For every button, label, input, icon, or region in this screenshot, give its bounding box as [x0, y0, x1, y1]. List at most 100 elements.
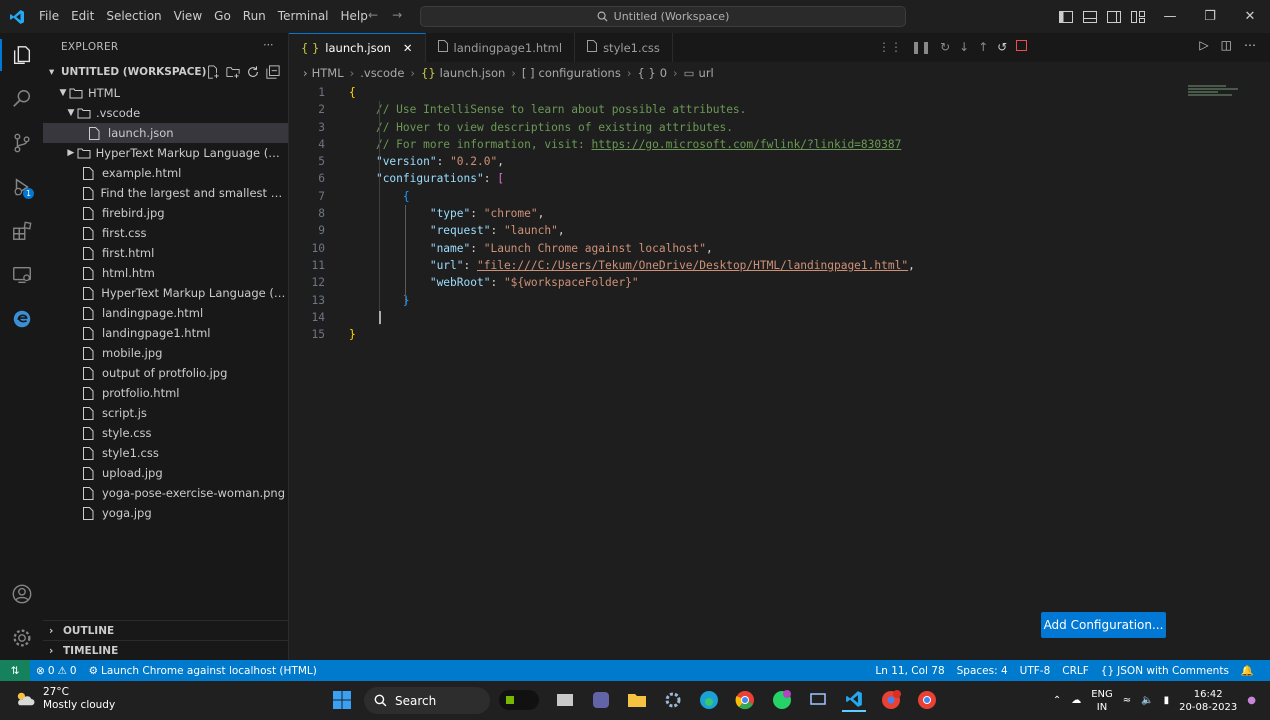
chrome-icon[interactable]: [733, 688, 757, 712]
folder-hypertext[interactable]: ▶ HyperText Markup Language (HT...: [43, 143, 288, 163]
settings-gear-icon[interactable]: [0, 616, 43, 660]
customize-layout-icon[interactable]: [1126, 10, 1150, 23]
back-arrow-icon[interactable]: ←: [368, 8, 378, 22]
launch-config-status[interactable]: ⚙ Launch Chrome against localhost (HTML): [83, 665, 323, 677]
cursor-position[interactable]: Ln 11, Col 78: [869, 665, 950, 677]
menu-file[interactable]: File: [33, 0, 65, 33]
more-actions-icon[interactable]: ⋯: [263, 39, 274, 51]
edge-devtools-icon[interactable]: [0, 297, 43, 341]
breadcrumb-html[interactable]: HTML: [312, 66, 344, 80]
remote-indicator-icon[interactable]: ⇅: [0, 660, 30, 681]
file-item[interactable]: protfolio.html: [43, 383, 288, 403]
folder-vscode[interactable]: ▼ .vscode: [43, 103, 288, 123]
toggle-panel-icon[interactable]: [1078, 10, 1102, 23]
end-of-line[interactable]: CRLF: [1056, 665, 1095, 677]
file-item[interactable]: mobile.jpg: [43, 343, 288, 363]
file-item[interactable]: yoga.jpg: [43, 503, 288, 523]
menu-selection[interactable]: Selection: [100, 0, 167, 33]
timeline-section[interactable]: › TIMELINE: [43, 640, 289, 660]
breadcrumb-launch-json[interactable]: launch.json: [440, 66, 506, 80]
folder-html[interactable]: ▼ HTML: [43, 83, 288, 103]
notification-icon[interactable]: ●: [1247, 695, 1256, 706]
remote-explorer-icon[interactable]: [0, 253, 43, 297]
encoding[interactable]: UTF-8: [1014, 665, 1057, 677]
menu-terminal[interactable]: Terminal: [272, 0, 335, 33]
extensions-icon[interactable]: [0, 209, 43, 253]
run-debug-icon[interactable]: 1: [0, 165, 43, 209]
code-link[interactable]: https://go.microsoft.com/fwlink/?linkid=…: [592, 138, 902, 151]
file-item[interactable]: script.js: [43, 403, 288, 423]
file-item[interactable]: landingpage1.html: [43, 323, 288, 343]
battery-icon[interactable]: ▮: [1164, 695, 1170, 706]
file-item[interactable]: example.html: [43, 163, 288, 183]
teams-chat-icon[interactable]: [589, 688, 613, 712]
drag-handle-icon[interactable]: ⋮⋮: [878, 40, 902, 54]
menu-run[interactable]: Run: [237, 0, 272, 33]
menu-edit[interactable]: Edit: [65, 0, 100, 33]
file-item[interactable]: firebird.jpg: [43, 203, 288, 223]
minimize-button[interactable]: —: [1150, 9, 1190, 24]
whatsapp-icon[interactable]: [770, 688, 794, 712]
split-editor-icon[interactable]: ◫: [1221, 38, 1232, 52]
volume-icon[interactable]: 🔈: [1141, 695, 1153, 706]
pause-icon[interactable]: ❚❚: [911, 40, 931, 54]
close-icon[interactable]: ✕: [403, 41, 413, 55]
refresh-icon[interactable]: [246, 65, 260, 79]
breadcrumb-vscode[interactable]: .vscode: [360, 66, 404, 80]
file-launch-json[interactable]: launch.json: [43, 123, 288, 143]
forward-arrow-icon[interactable]: →: [392, 8, 402, 22]
windows-start-icon[interactable]: [330, 688, 354, 712]
edge-browser-icon[interactable]: [697, 688, 721, 712]
toggle-secondary-sidebar-icon[interactable]: [1102, 10, 1126, 23]
new-folder-icon[interactable]: [226, 65, 240, 79]
file-item[interactable]: html.htm: [43, 263, 288, 283]
menu-view[interactable]: View: [168, 0, 208, 33]
file-item[interactable]: first.html: [43, 243, 288, 263]
language-mode[interactable]: {} JSON with Comments: [1095, 665, 1235, 677]
source-control-icon[interactable]: [0, 121, 43, 165]
remote-desktop-icon[interactable]: [806, 688, 830, 712]
wifi-icon[interactable]: ≈: [1123, 695, 1131, 706]
file-item[interactable]: upload.jpg: [43, 463, 288, 483]
collapse-all-icon[interactable]: [266, 65, 280, 79]
indentation[interactable]: Spaces: 4: [951, 665, 1014, 677]
step-out-icon[interactable]: ↑: [978, 40, 988, 54]
file-item[interactable]: style1.css: [43, 443, 288, 463]
breadcrumb-configurations[interactable]: configurations: [539, 66, 621, 80]
command-center[interactable]: Untitled (Workspace): [420, 6, 906, 27]
nvidia-icon[interactable]: [498, 688, 540, 712]
explorer-icon[interactable]: [0, 33, 43, 77]
onedrive-cloud-icon[interactable]: ☁: [1071, 695, 1081, 706]
file-item[interactable]: Find the largest and smallest elem...: [43, 183, 288, 203]
file-explorer-icon[interactable]: [625, 688, 649, 712]
more-actions-icon[interactable]: ⋯: [1244, 38, 1256, 52]
vscode-taskbar-icon[interactable]: [842, 688, 866, 712]
problems-status[interactable]: ⊗ 0 ⚠ 0: [30, 665, 83, 677]
run-icon[interactable]: ▷: [1199, 38, 1208, 52]
search-activity-icon[interactable]: [0, 77, 43, 121]
settings-icon[interactable]: [661, 688, 685, 712]
restore-button[interactable]: ❐: [1190, 9, 1230, 24]
restart-icon[interactable]: ↺: [997, 40, 1007, 54]
add-configuration-button[interactable]: Add Configuration...: [1041, 612, 1166, 638]
stop-icon[interactable]: [1016, 40, 1028, 54]
breadcrumb-url[interactable]: url: [699, 66, 714, 80]
close-button[interactable]: ✕: [1230, 9, 1270, 24]
file-item[interactable]: first.css: [43, 223, 288, 243]
step-into-icon[interactable]: ↓: [959, 40, 969, 54]
file-manager-icon[interactable]: [553, 688, 577, 712]
notifications-bell-icon[interactable]: 🔔: [1235, 664, 1260, 677]
file-item[interactable]: HyperText Markup Language (HT...: [43, 283, 288, 303]
chrome-second-icon[interactable]: [915, 688, 939, 712]
clock[interactable]: 16:42 20-08-2023: [1179, 688, 1237, 714]
tab-landingpage1-html[interactable]: landingpage1.html: [426, 33, 576, 62]
tab-style1-css[interactable]: style1.css: [575, 33, 673, 62]
breadcrumb-index[interactable]: 0: [660, 66, 667, 80]
menu-go[interactable]: Go: [208, 0, 237, 33]
file-item[interactable]: yoga-pose-exercise-woman.png: [43, 483, 288, 503]
file-item[interactable]: output of protfolio.jpg: [43, 363, 288, 383]
taskbar-search[interactable]: Search: [364, 687, 490, 714]
chrome-profile-icon[interactable]: [879, 688, 903, 712]
accounts-icon[interactable]: [0, 572, 43, 616]
new-file-icon[interactable]: [206, 65, 220, 79]
